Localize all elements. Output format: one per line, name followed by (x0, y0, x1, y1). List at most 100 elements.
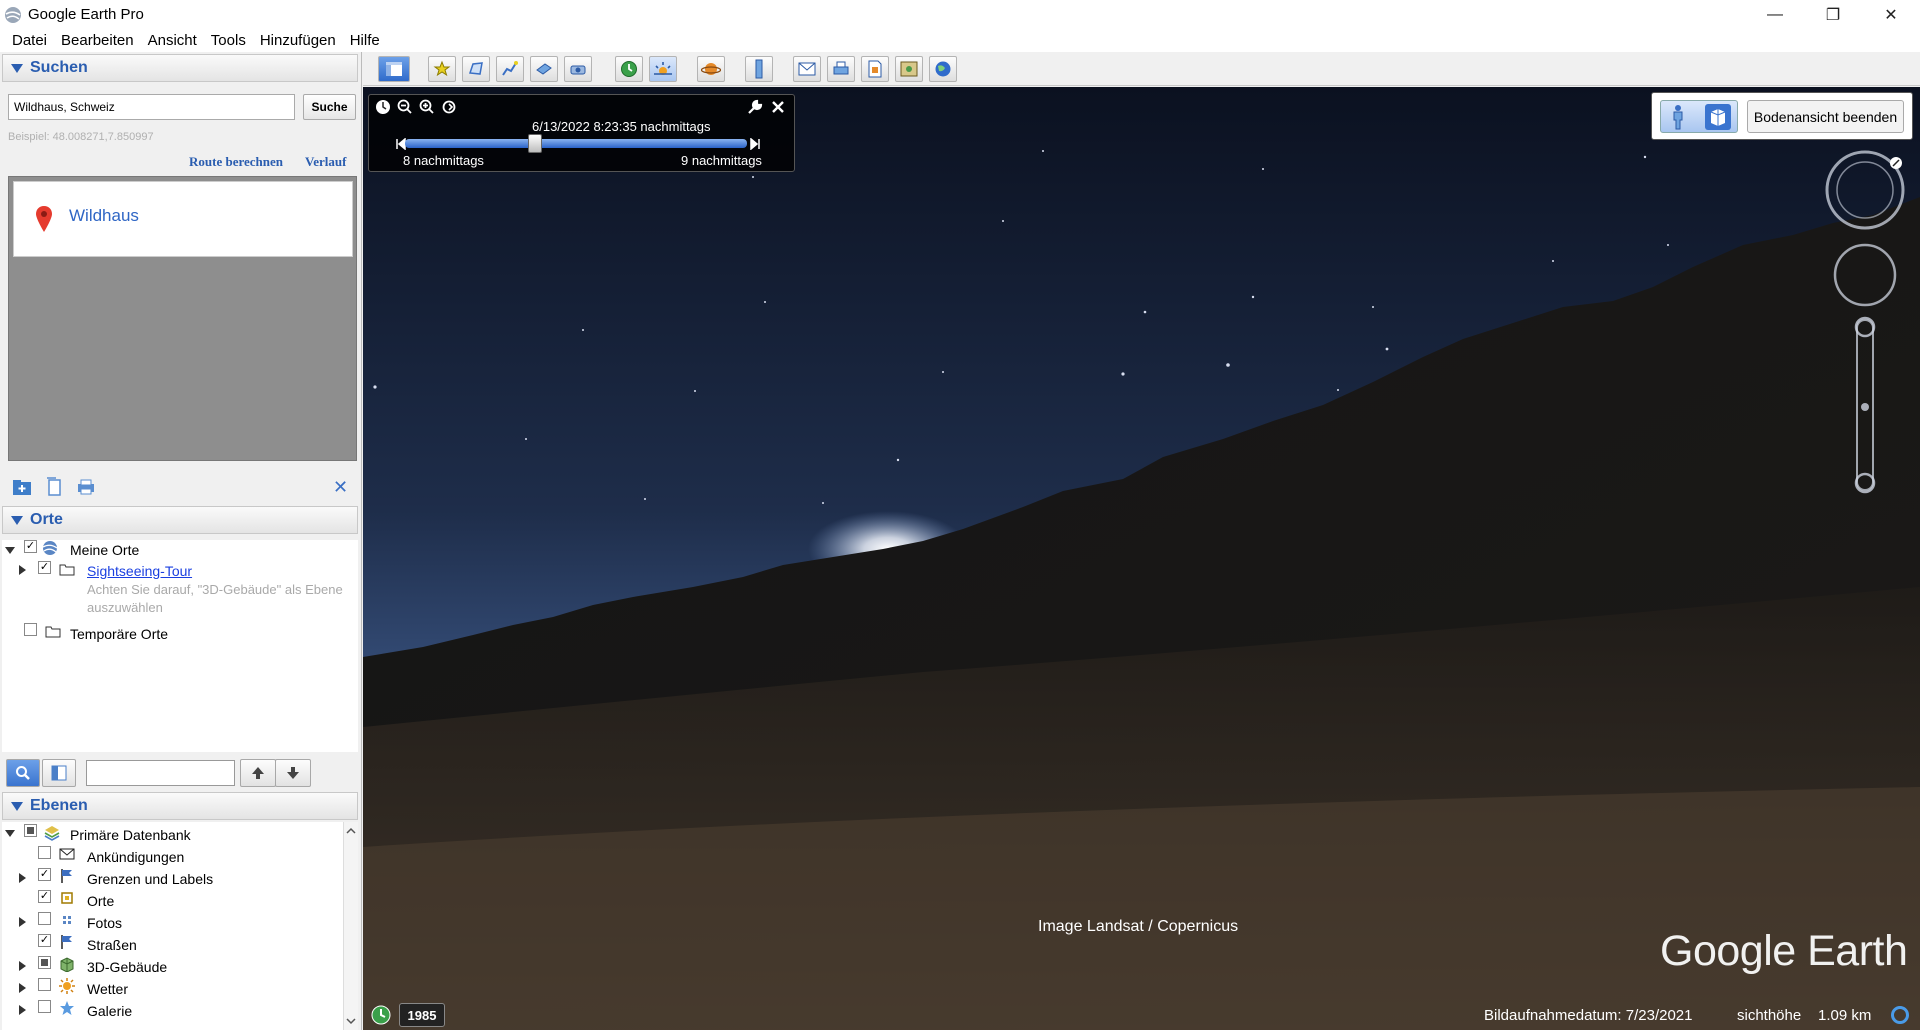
result-name[interactable]: Wildhaus (69, 206, 139, 226)
checkbox[interactable] (38, 912, 51, 925)
checkbox[interactable]: ✓ (38, 868, 51, 881)
search-section-header[interactable]: Suchen (2, 54, 358, 82)
sidebar-toggle-icon (51, 765, 67, 781)
photo-icon (63, 916, 71, 924)
menu-tools[interactable]: Tools (211, 32, 246, 49)
arrow-up-icon (252, 767, 264, 779)
zoom-in-icon[interactable] (419, 99, 435, 115)
close-icon[interactable] (771, 100, 785, 114)
switch-planet-button[interactable] (697, 56, 725, 82)
menu-bearbeiten[interactable]: Bearbeiten (61, 32, 134, 49)
time-slider-track[interactable] (405, 139, 747, 148)
menu-datei[interactable]: Datei (12, 32, 47, 49)
places-section-header[interactable]: Orte (2, 506, 358, 534)
add-polygon-button[interactable] (462, 56, 490, 82)
expand-arrow-icon[interactable] (19, 873, 26, 883)
move-down-button[interactable] (275, 759, 311, 787)
historical-clock-icon[interactable] (370, 1004, 392, 1026)
skip-end-icon[interactable] (749, 138, 761, 150)
zoom-out-icon[interactable] (397, 99, 413, 115)
expand-arrow-icon[interactable] (19, 961, 26, 971)
expand-arrow-icon[interactable] (5, 547, 15, 554)
print-icon[interactable] (76, 477, 96, 497)
save-image-button[interactable] (861, 56, 889, 82)
checkbox[interactable]: ✓ (38, 890, 51, 903)
exit-ground-view-button[interactable]: Bodenansicht beenden (1747, 100, 1904, 133)
menu-hilfe[interactable]: Hilfe (350, 32, 380, 49)
time-slider-datetime: 6/13/2022 8:23:35 nachmittags (532, 119, 711, 134)
time-slider-thumb[interactable] (527, 134, 542, 153)
map-pin-icon (36, 206, 52, 232)
sunlight-button[interactable] (649, 56, 677, 82)
title-bar: Google Earth Pro — ❐ ✕ (0, 0, 1920, 29)
search-results: Wildhaus (8, 176, 357, 461)
record-tour-button[interactable] (564, 56, 592, 82)
planet-icon (701, 63, 721, 75)
view-mode-toggle[interactable] (1660, 100, 1738, 133)
expand-arrow-icon[interactable] (19, 565, 26, 575)
imagery-year-badge[interactable]: 1985 (399, 1003, 445, 1027)
minimize-button[interactable]: — (1746, 0, 1804, 29)
history-link[interactable]: Verlauf (305, 154, 346, 170)
my-places-label: Meine Orte (70, 542, 140, 558)
building-view-icon[interactable] (1705, 104, 1731, 130)
panel-toggle-button[interactable] (42, 759, 76, 787)
route-link[interactable]: Route berechnen (189, 154, 283, 170)
checkbox[interactable] (24, 623, 37, 636)
wrench-icon[interactable] (747, 99, 763, 115)
scroll-up-icon[interactable] (344, 824, 358, 838)
layers-scrollbar[interactable] (343, 822, 358, 1030)
add-image-overlay-button[interactable] (530, 56, 558, 82)
close-panel-icon[interactable]: ✕ (333, 477, 348, 498)
checkbox[interactable]: ✓ (24, 540, 37, 553)
search-mode-button[interactable] (6, 759, 40, 787)
close-button[interactable]: ✕ (1862, 0, 1920, 29)
maximize-button[interactable]: ❐ (1804, 0, 1862, 29)
loop-icon[interactable] (441, 99, 457, 115)
search-input[interactable] (8, 94, 295, 120)
print-button[interactable] (827, 56, 855, 82)
earth-view-button[interactable] (929, 56, 957, 82)
north-compass-icon[interactable] (1890, 157, 1902, 169)
move-joystick[interactable] (1833, 243, 1897, 307)
expand-arrow-icon[interactable] (19, 983, 26, 993)
search-button[interactable]: Suche (303, 94, 356, 120)
google-maps-button[interactable] (895, 56, 923, 82)
checkbox[interactable]: ✓ (38, 934, 51, 947)
sidebar-toggle-button[interactable] (378, 56, 410, 82)
collapse-triangle-icon (11, 515, 23, 525)
clock-icon[interactable] (375, 99, 391, 115)
expand-arrow-icon[interactable] (19, 1005, 26, 1015)
sun-icon (59, 978, 75, 994)
copy-icon[interactable] (44, 477, 64, 497)
tree-item-tour[interactable]: ✓ Sightseeing-Tour (2, 560, 358, 580)
search-result-item[interactable]: Wildhaus (13, 181, 353, 257)
time-slider-panel: 6/13/2022 8:23:35 nachmittags 8 nachmitt… (368, 94, 795, 172)
menu-ansicht[interactable]: Ansicht (148, 32, 197, 49)
earth-viewport[interactable]: 6/13/2022 8:23:35 nachmittags 8 nachmitt… (363, 87, 1920, 1030)
checkbox[interactable] (38, 978, 51, 991)
historical-imagery-button[interactable] (615, 56, 643, 82)
checkbox[interactable]: ✓ (38, 561, 51, 574)
expand-arrow-icon[interactable] (19, 917, 26, 927)
ruler-button[interactable] (745, 56, 773, 82)
checkbox[interactable] (38, 846, 51, 859)
add-folder-icon[interactable] (12, 477, 32, 497)
checkbox[interactable] (38, 956, 51, 969)
globe-icon (935, 61, 951, 77)
checkbox[interactable] (38, 1000, 51, 1013)
checkbox[interactable] (24, 824, 37, 837)
tour-link[interactable]: Sightseeing-Tour (87, 563, 192, 579)
menu-hinzufuegen[interactable]: Hinzufügen (260, 32, 336, 49)
search-hint: Beispiel: 48.008271,7.850997 (8, 131, 154, 143)
places-filter-input[interactable] (86, 760, 235, 786)
move-up-button[interactable] (240, 759, 276, 787)
zoom-slider[interactable] (1854, 316, 1876, 494)
scroll-down-icon[interactable] (344, 1014, 358, 1028)
add-path-button[interactable] (496, 56, 524, 82)
email-button[interactable] (793, 56, 821, 82)
add-placemark-button[interactable] (428, 56, 456, 82)
expand-arrow-icon[interactable] (5, 830, 15, 837)
person-icon[interactable] (1668, 104, 1688, 130)
layers-section-header[interactable]: Ebenen (2, 792, 358, 820)
